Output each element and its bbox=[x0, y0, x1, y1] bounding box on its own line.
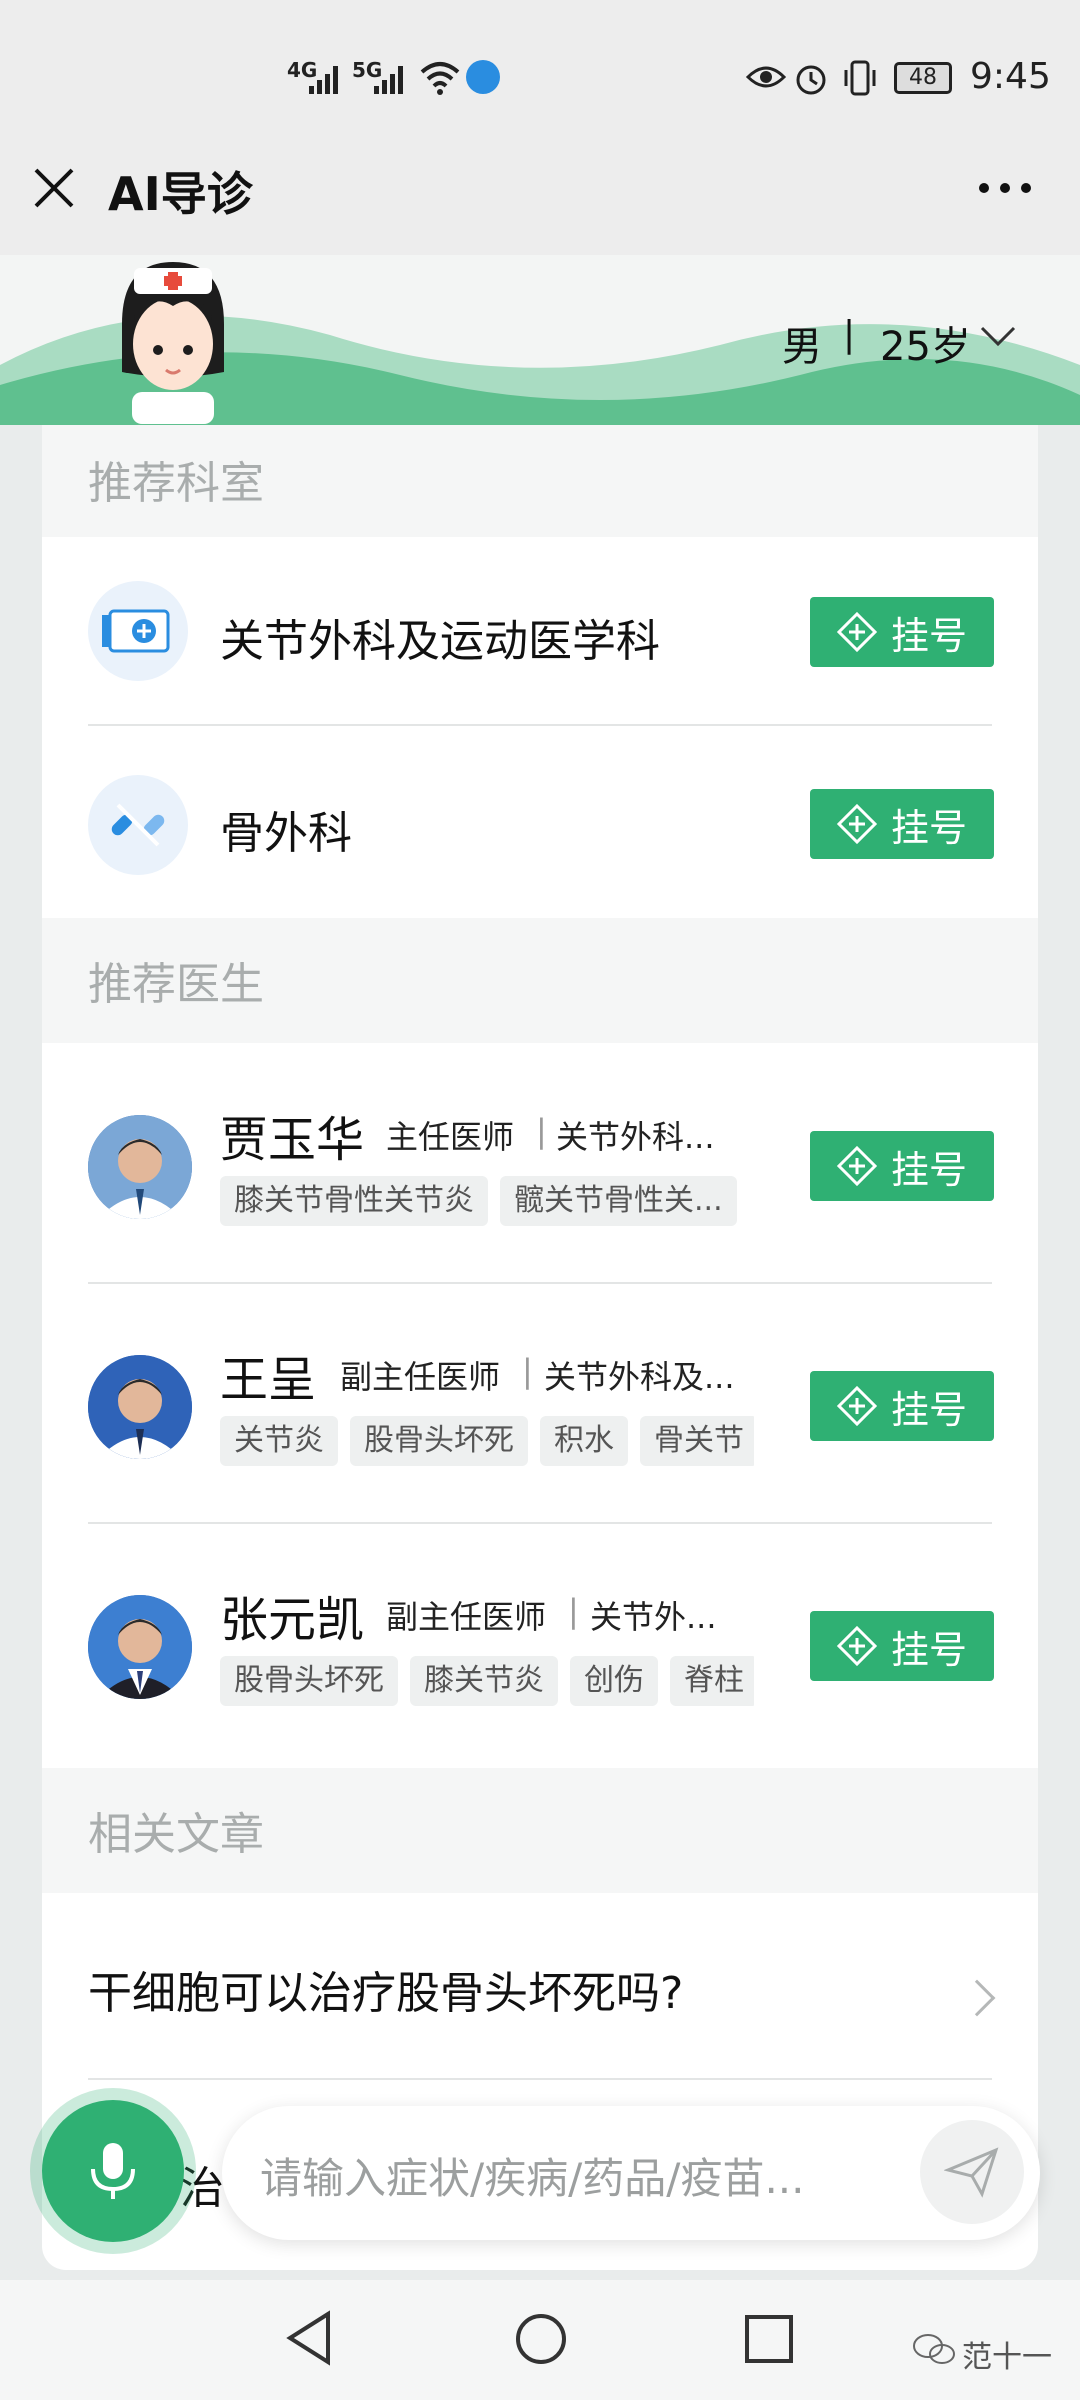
doctor-title: 主任医师 bbox=[386, 1118, 515, 1156]
plus-diamond-icon bbox=[836, 1146, 877, 1186]
more-icon[interactable] bbox=[978, 178, 1032, 198]
chevron-right-icon[interactable] bbox=[958, 1979, 996, 2017]
app-notification-icon bbox=[466, 60, 500, 94]
divider bbox=[88, 724, 992, 726]
doctor-tags: 股骨头坏死 膝关节炎 创伤 脊柱 bbox=[220, 1656, 754, 1708]
meta-separator: | bbox=[536, 1112, 547, 1150]
department-icon bbox=[88, 775, 188, 875]
register-label: 挂号 bbox=[890, 1387, 967, 1432]
department-name[interactable]: 关节外科及运动医学科 bbox=[220, 605, 660, 669]
section-title: 推荐医生 bbox=[88, 959, 264, 1010]
nurse-avatar bbox=[112, 262, 234, 424]
doctor-avatar bbox=[88, 1355, 192, 1459]
register-button[interactable]: 挂号 bbox=[810, 1371, 994, 1441]
profile-separator: | bbox=[843, 314, 856, 355]
article-title[interactable]: 治 bbox=[180, 2152, 224, 2216]
register-button[interactable]: 挂号 bbox=[810, 789, 994, 859]
doctor-name[interactable]: 贾玉华 bbox=[220, 1100, 364, 1170]
article-title[interactable]: 干细胞可以治疗股骨头坏死吗? bbox=[88, 1957, 683, 2021]
section-header-doctors: 推荐医生 bbox=[42, 918, 1038, 1043]
close-icon[interactable] bbox=[32, 166, 76, 210]
specialty-tag: 关节炎 bbox=[220, 1416, 338, 1466]
specialty-tag: 积水 bbox=[540, 1416, 628, 1466]
specialty-tag: 骨关节 bbox=[640, 1416, 754, 1466]
department-name[interactable]: 骨外科 bbox=[220, 797, 352, 861]
plus-diamond-icon bbox=[836, 1386, 877, 1426]
chevron-down-icon[interactable] bbox=[980, 326, 1016, 352]
plus-diamond-icon bbox=[836, 612, 877, 652]
vibrate-icon bbox=[840, 58, 880, 102]
age-label[interactable]: 25岁 bbox=[880, 314, 971, 372]
specialty-tag: 创伤 bbox=[570, 1656, 658, 1706]
wifi-icon bbox=[418, 58, 462, 102]
battery-indicator: 48 bbox=[894, 62, 952, 94]
section-title: 相关文章 bbox=[88, 1809, 264, 1860]
doctor-title: 副主任医师 bbox=[340, 1358, 501, 1396]
register-button[interactable]: 挂号 bbox=[810, 1131, 994, 1201]
meta-separator: | bbox=[522, 1352, 533, 1390]
recents-nav-icon[interactable] bbox=[744, 2314, 794, 2368]
gender-label[interactable]: 男 bbox=[782, 314, 822, 372]
register-button[interactable]: 挂号 bbox=[810, 1611, 994, 1681]
specialty-tag: 髋关节骨性关... bbox=[500, 1176, 737, 1226]
register-label: 挂号 bbox=[890, 1147, 967, 1192]
send-button[interactable] bbox=[920, 2120, 1024, 2224]
doctor-name[interactable]: 张元凯 bbox=[220, 1580, 364, 1650]
back-nav-icon[interactable] bbox=[284, 2310, 334, 2370]
doctor-department: 关节外科及... bbox=[544, 1358, 735, 1396]
specialty-tag: 脊柱 bbox=[670, 1656, 754, 1706]
doctor-tags: 关节炎 股骨头坏死 积水 骨关节 bbox=[220, 1416, 754, 1468]
divider bbox=[88, 1522, 992, 1524]
register-button[interactable]: 挂号 bbox=[810, 597, 994, 667]
divider bbox=[88, 2078, 992, 2080]
meta-separator: | bbox=[568, 1592, 579, 1630]
doctor-avatar bbox=[88, 1595, 192, 1699]
specialty-tag: 股骨头坏死 bbox=[350, 1416, 528, 1466]
page-title: AI导诊 bbox=[108, 167, 253, 221]
home-nav-icon[interactable] bbox=[514, 2312, 568, 2370]
register-label: 挂号 bbox=[890, 613, 967, 658]
voice-input-button[interactable] bbox=[42, 2100, 184, 2242]
doctor-avatar bbox=[88, 1115, 192, 1219]
section-header-articles: 相关文章 bbox=[42, 1768, 1038, 1893]
clock: 9:45 bbox=[970, 56, 1051, 97]
microphone-icon bbox=[91, 2143, 135, 2199]
search-input[interactable]: 请输入症状/疾病/药品/疫苗... bbox=[260, 2145, 805, 2206]
plus-diamond-icon bbox=[836, 804, 877, 844]
doctor-department: 关节外科... bbox=[556, 1118, 715, 1156]
register-label: 挂号 bbox=[890, 1627, 967, 1672]
register-label: 挂号 bbox=[890, 805, 967, 850]
eye-icon bbox=[745, 62, 787, 96]
signal-icon bbox=[307, 62, 345, 100]
section-header-departments: 推荐科室 bbox=[42, 425, 1038, 537]
specialty-tag: 膝关节骨性关节炎 bbox=[220, 1176, 488, 1226]
recommendation-card: 推荐科室 关节外科及运动医学科 挂号 骨外科 挂号 推荐医生 贾玉华 主任医师 … bbox=[42, 425, 1038, 2270]
alarm-icon bbox=[793, 60, 829, 100]
paper-plane-icon bbox=[944, 2147, 999, 2198]
wechat-watermark-icon bbox=[912, 2332, 956, 2370]
plus-diamond-icon bbox=[836, 1626, 877, 1666]
department-icon bbox=[88, 581, 188, 681]
specialty-tag: 膝关节炎 bbox=[410, 1656, 558, 1706]
section-title: 推荐科室 bbox=[88, 458, 264, 509]
doctor-title: 副主任医师 bbox=[386, 1598, 547, 1636]
doctor-tags: 膝关节骨性关节炎 髋关节骨性关... bbox=[220, 1176, 754, 1228]
specialty-tag: 股骨头坏死 bbox=[220, 1656, 398, 1706]
doctor-name[interactable]: 王呈 bbox=[220, 1340, 316, 1410]
divider bbox=[88, 1282, 992, 1284]
doctor-department: 关节外... bbox=[590, 1598, 717, 1636]
watermark-text: 范十一 bbox=[962, 2340, 1052, 2375]
signal-icon bbox=[372, 62, 410, 100]
